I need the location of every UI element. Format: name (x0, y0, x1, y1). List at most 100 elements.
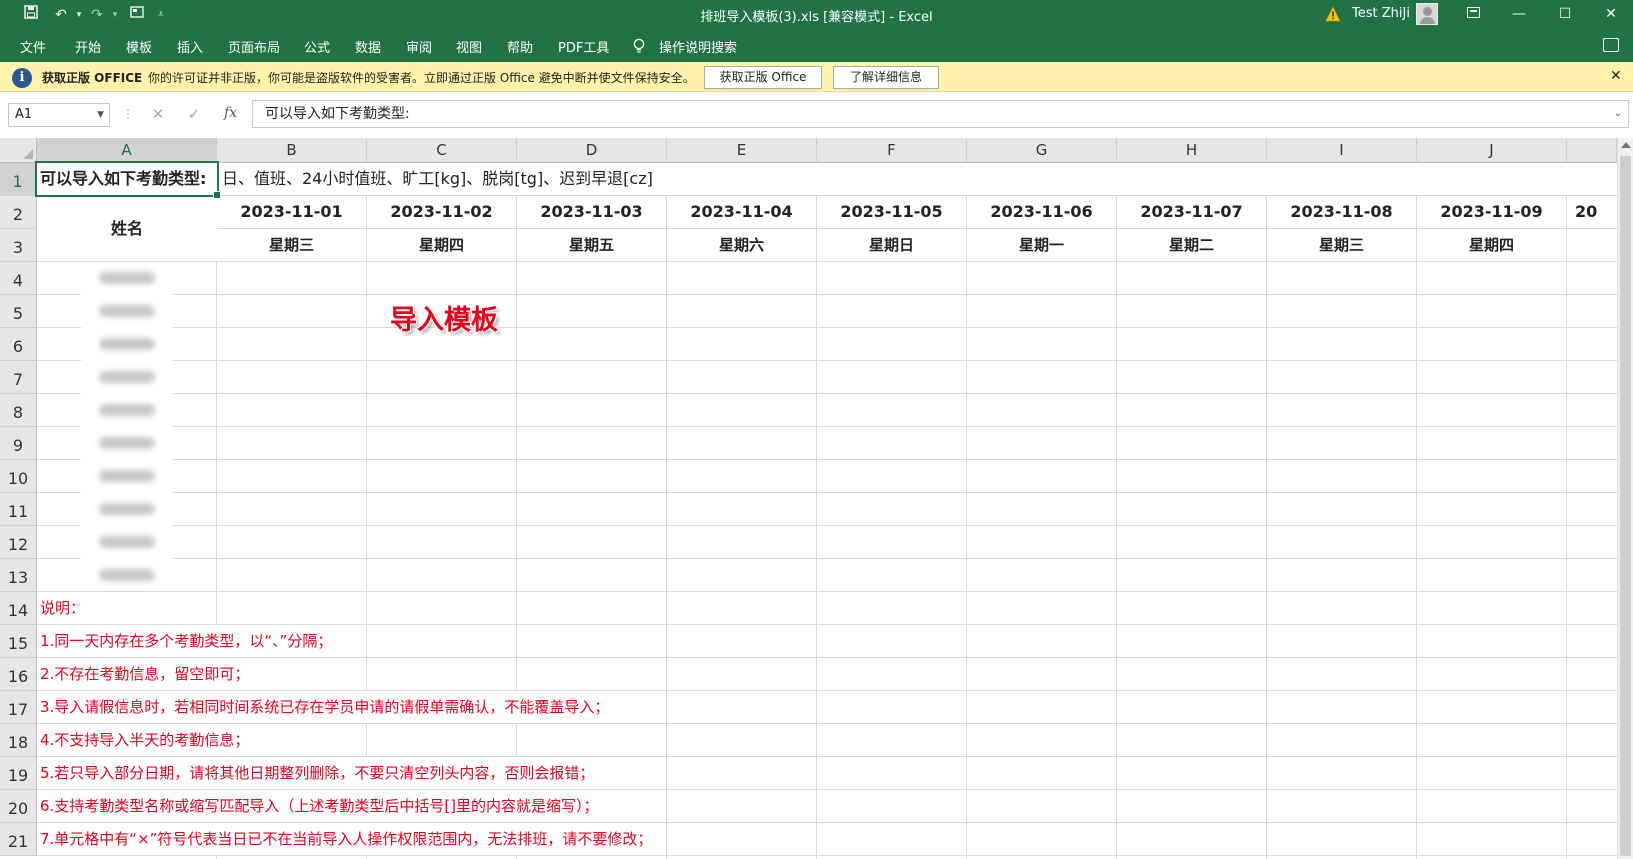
weekday-cell[interactable]: 星期日 (817, 229, 966, 261)
close-message-icon[interactable]: ✕ (1610, 68, 1622, 84)
vertical-scrollbar[interactable] (1617, 138, 1633, 859)
get-genuine-office-button[interactable]: 获取正版 Office (704, 66, 822, 89)
row-header-9[interactable]: 9 (0, 427, 37, 460)
note-line[interactable]: 7.单元格中有“×”符号代表当日已不在当前导入人操作权限范围内，无法排班，请不要… (37, 823, 653, 855)
close-icon[interactable]: ✕ (1588, 0, 1633, 29)
menu-template[interactable]: 模板 (126, 37, 152, 56)
save-icon[interactable] (20, 5, 42, 25)
column-header-k[interactable] (1567, 138, 1617, 163)
minimize-icon[interactable]: — (1496, 0, 1542, 29)
scroll-up-icon[interactable] (1621, 142, 1631, 148)
row-header-11[interactable]: 11 (0, 493, 37, 526)
row-header-10[interactable]: 10 (0, 460, 37, 493)
menu-page-layout[interactable]: 页面布局 (228, 37, 280, 56)
row-header-15[interactable]: 15 (0, 625, 37, 658)
weekday-cell[interactable]: 星期三 (217, 229, 366, 261)
row-header-17[interactable]: 17 (0, 691, 37, 724)
column-header-j[interactable]: J (1417, 138, 1567, 163)
row-header-21[interactable]: 21 (0, 823, 37, 856)
weekday-cell[interactable]: 星期四 (367, 229, 516, 261)
row-header-6[interactable]: 6 (0, 328, 37, 361)
note-line[interactable]: 5.若只导入部分日期，请将其他日期整列删除，不要只清空列头内容，否则会报错； (37, 757, 595, 789)
cell-area[interactable]: 可以导入如下考勤类型: 日、值班、24小时值班、旷工[kg]、脱岗[tg]、迟到… (35, 161, 1617, 859)
menu-insert[interactable]: 插入 (177, 37, 203, 56)
formula-bar-grip-icon[interactable]: ⋮ (122, 107, 134, 121)
menu-formulas[interactable]: 公式 (304, 37, 330, 56)
maximize-icon[interactable]: ☐ (1542, 0, 1588, 29)
column-header-e[interactable]: E (667, 138, 817, 163)
learn-more-button[interactable]: 了解详细信息 (833, 66, 939, 89)
expand-formula-icon[interactable]: ⌄ (1614, 101, 1622, 127)
avatar[interactable] (1416, 3, 1438, 25)
row-header-8[interactable]: 8 (0, 394, 37, 427)
row-header-5[interactable]: 5 (0, 295, 37, 328)
note-line[interactable]: 3.导入请假信息时，若相同时间系统已存在学员申请的请假单需确认，不能覆盖导入； (37, 691, 610, 723)
column-header-a[interactable]: A (37, 138, 217, 163)
enter-icon[interactable]: ✓ (185, 105, 203, 123)
column-header-i[interactable]: I (1267, 138, 1417, 163)
date-header-cell[interactable]: 2023-11-07 (1117, 196, 1266, 228)
menu-file[interactable]: 文件 (20, 37, 46, 56)
note-line[interactable]: 1.同一天内存在多个考勤类型，以“、”分隔； (37, 625, 333, 657)
column-header-b[interactable]: B (217, 138, 367, 163)
touch-mode-icon[interactable] (126, 5, 148, 25)
customize-icon[interactable]: ⩡ (150, 5, 172, 25)
cell-row1-text[interactable]: 日、值班、24小时值班、旷工[kg]、脱岗[tg]、迟到早退[cz] (218, 163, 1617, 195)
ribbon-display-icon[interactable] (1450, 0, 1496, 29)
name-box[interactable]: A1 ▼ (8, 103, 110, 127)
menu-pdf-tools[interactable]: PDF工具 (558, 37, 609, 56)
row-header-16[interactable]: 16 (0, 658, 37, 691)
column-header-g[interactable]: G (967, 138, 1117, 163)
row-header-12[interactable]: 12 (0, 526, 37, 559)
row-header-20[interactable]: 20 (0, 790, 37, 823)
weekday-cell[interactable]: 星期四 (1417, 229, 1566, 261)
weekday-cell[interactable]: 星期六 (667, 229, 816, 261)
date-header-cell-overflow[interactable]: 20 (1575, 196, 1597, 228)
worksheet-grid[interactable]: ABCDEFGHIJ 1 2 3 4 5 6 7 8 9 10 11 12 13 14 15 16 17 18 19… (0, 138, 1633, 859)
note-line[interactable]: 4.不支持导入半天的考勤信息； (37, 724, 250, 756)
row-header-4[interactable]: 4 (0, 262, 37, 295)
scrollbar-thumb[interactable] (1620, 156, 1631, 856)
row-header-3[interactable]: 3 (0, 229, 37, 262)
date-header-cell[interactable]: 2023-11-03 (517, 196, 666, 228)
date-header-cell[interactable]: 2023-11-08 (1267, 196, 1416, 228)
menu-data[interactable]: 数据 (355, 37, 381, 56)
date-header-cell[interactable]: 2023-11-09 (1417, 196, 1566, 228)
weekday-cell[interactable]: 星期二 (1117, 229, 1266, 261)
menu-help[interactable]: 帮助 (507, 37, 533, 56)
column-header-h[interactable]: H (1117, 138, 1267, 163)
note-line[interactable]: 6.支持考勤类型名称或缩写匹配导入（上述考勤类型后中括号[]里的内容就是缩写）； (37, 790, 599, 822)
row-header-1[interactable]: 1 (0, 163, 37, 196)
date-header-cell[interactable]: 2023-11-05 (817, 196, 966, 228)
formula-input[interactable]: 可以导入如下考勤类型: ⌄ (252, 100, 1629, 128)
name-header-cell[interactable]: 姓名 (37, 196, 217, 261)
column-header-d[interactable]: D (517, 138, 667, 163)
menu-home[interactable]: 开始 (75, 37, 101, 56)
row-header-14[interactable]: 14 (0, 592, 37, 625)
row-header-2[interactable]: 2 (0, 196, 37, 229)
select-all-button[interactable] (0, 138, 37, 163)
weekday-cell[interactable]: 星期一 (967, 229, 1116, 261)
column-header-f[interactable]: F (817, 138, 967, 163)
weekday-cell[interactable]: 星期五 (517, 229, 666, 261)
row-header-19[interactable]: 19 (0, 757, 37, 790)
tell-me-search[interactable]: 操作说明搜索 (659, 37, 737, 56)
row-header-13[interactable]: 13 (0, 559, 37, 592)
menu-review[interactable]: 审阅 (406, 37, 432, 56)
user-name[interactable]: Test ZhiJi (1352, 6, 1410, 21)
insert-function-icon[interactable]: fx (224, 105, 237, 121)
notes-title[interactable]: 说明： (37, 592, 86, 624)
column-header-c[interactable]: C (367, 138, 517, 163)
warning-icon[interactable] (1325, 6, 1341, 22)
date-header-cell[interactable]: 2023-11-01 (217, 196, 366, 228)
row-header-18[interactable]: 18 (0, 724, 37, 757)
note-line[interactable]: 2.不存在考勤信息，留空即可； (37, 658, 250, 690)
date-header-cell[interactable]: 2023-11-04 (667, 196, 816, 228)
redo-dropdown-icon[interactable]: ▾ (104, 5, 126, 25)
row-header-7[interactable]: 7 (0, 361, 37, 394)
date-header-cell[interactable]: 2023-11-02 (367, 196, 516, 228)
weekday-cell[interactable]: 星期三 (1267, 229, 1416, 261)
comments-icon[interactable] (1603, 38, 1619, 52)
cancel-icon[interactable]: ✕ (149, 105, 167, 123)
menu-view[interactable]: 视图 (456, 37, 482, 56)
